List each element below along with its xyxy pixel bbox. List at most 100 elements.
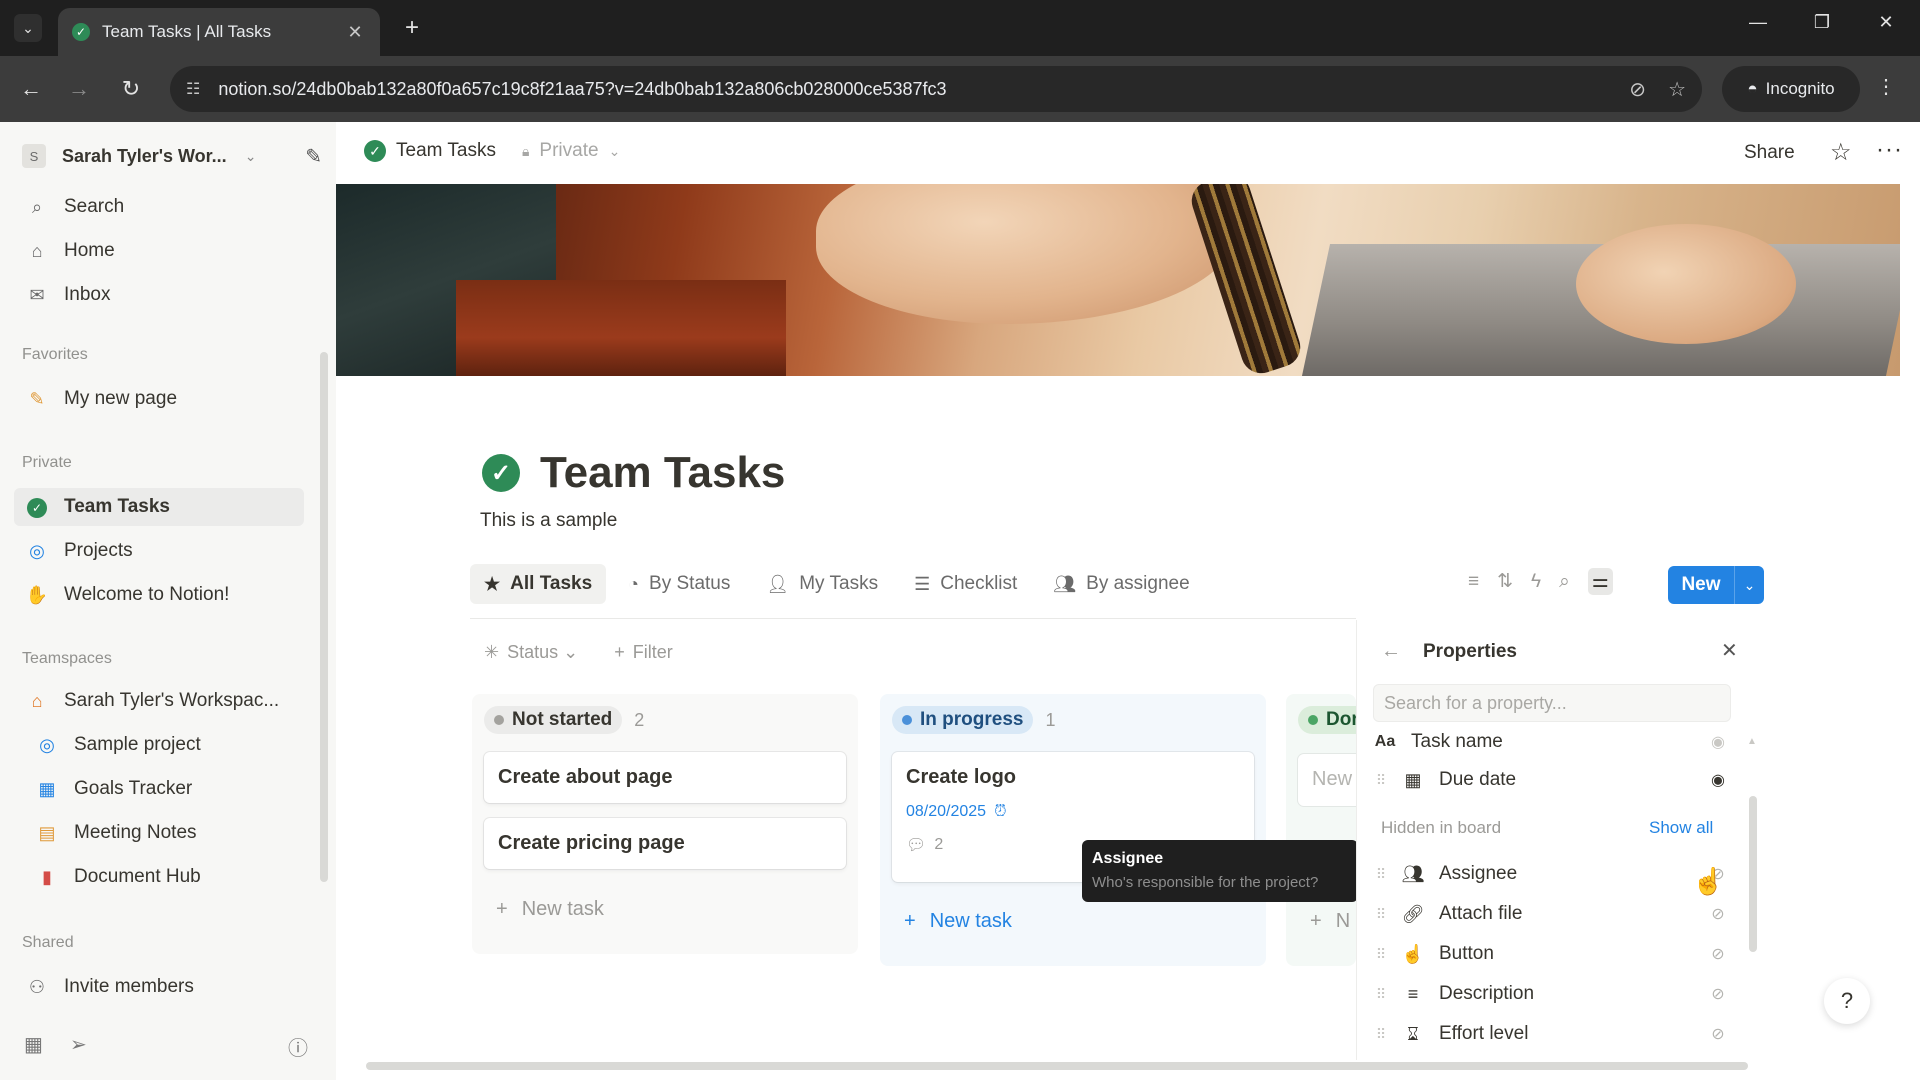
close-icon[interactable]: ✕ [1721, 638, 1738, 663]
new-item-button[interactable]: New ⌄ [1668, 566, 1764, 604]
add-filter-button[interactable]: + Filter [614, 642, 673, 663]
sort-icon[interactable]: ⇅ [1497, 570, 1513, 593]
browser-tab-active[interactable]: ✓ Team Tasks | All Tasks ✕ [58, 8, 380, 56]
address-bar[interactable]: ☷ notion.so/24db0bab132a80f0a657c19c8f21… [170, 66, 1702, 112]
calendar-app-icon[interactable]: ▦ [24, 1032, 43, 1057]
scroll-up-arrow-icon[interactable]: ▲ [1747, 736, 1757, 747]
column-header[interactable]: Dor [1298, 706, 1356, 734]
property-row-description[interactable]: ⠿ ≡ Description ⊘ [1371, 976, 1731, 1012]
property-row-button[interactable]: ⠿ ☝ Button ⊘ [1371, 936, 1731, 972]
privacy-label[interactable]: Private [539, 140, 598, 162]
sidebar-scrollbar[interactable] [320, 352, 328, 882]
new-task-button[interactable]: + New task [496, 898, 604, 921]
teamspaces-section-label[interactable]: Teamspaces [22, 650, 112, 668]
notion-ai-help-icon[interactable]: ? [1824, 978, 1870, 1024]
browser-menu-icon[interactable]: ⋮ [1876, 74, 1896, 99]
automation-bolt-icon[interactable]: ϟ [1531, 571, 1541, 593]
back-arrow-icon[interactable]: ← [1381, 640, 1401, 663]
drag-handle-icon[interactable]: ⠿ [1371, 772, 1389, 789]
settings-sliders-icon[interactable]: ⚌ [1587, 568, 1613, 595]
eye-icon[interactable]: ◉ [1705, 770, 1731, 790]
sidebar-item-workspace[interactable]: ⌂ Sarah Tyler's Workspac... [14, 682, 304, 720]
shared-section-label[interactable]: Shared [22, 934, 74, 952]
task-card[interactable]: Create about page [484, 752, 846, 803]
favorite-star-icon[interactable]: ☆ [1830, 138, 1852, 167]
sidebar-item-my-new-page[interactable]: ✎ My new page [14, 380, 304, 418]
task-card[interactable]: Create pricing page [484, 818, 846, 869]
eye-icon[interactable]: ◉ [1705, 732, 1731, 752]
property-row-attach-file[interactable]: ⠿ 🔗︎ Attach file ⊘ [1371, 896, 1731, 932]
eye-slash-icon[interactable]: ⊘ [1705, 984, 1731, 1004]
tab-by-assignee[interactable]: 👥︎ By assignee [1039, 564, 1203, 604]
close-tab-icon[interactable]: ✕ [344, 22, 366, 43]
workspace-switcher[interactable]: S Sarah Tyler's Wor... ⌄ ✎ [22, 138, 322, 174]
tab-search-button[interactable]: ⌄ [14, 14, 42, 42]
forward-arrow-icon[interactable]: → [64, 74, 94, 104]
page-title[interactable]: Team Tasks [540, 448, 785, 498]
help-icon[interactable]: ⓘ [288, 1032, 308, 1061]
property-search-input[interactable]: Search for a property... [1373, 684, 1731, 722]
eye-slash-icon[interactable]: ⊘ [1629, 77, 1646, 102]
sidebar-item-inbox[interactable]: ✉ Inbox [14, 276, 304, 314]
eye-slash-icon[interactable]: ⊘ [1705, 944, 1731, 964]
sidebar-item-meeting-notes[interactable]: ▤ Meeting Notes [24, 814, 304, 852]
favorites-section-label[interactable]: Favorites [22, 346, 88, 364]
url-text[interactable]: notion.so/24db0bab132a80f0a657c19c8f21aa… [218, 79, 1607, 100]
restore-window-button[interactable]: ❐ [1802, 12, 1842, 33]
column-header[interactable]: Not started 2 [484, 706, 644, 734]
sidebar-item-invite-members[interactable]: ⚇ Invite members [14, 968, 304, 1006]
sidebar-item-team-tasks[interactable]: ✓ Team Tasks [14, 488, 304, 526]
more-options-icon[interactable]: ··· [1876, 136, 1903, 164]
eye-slash-icon[interactable]: ⊘ [1705, 904, 1731, 924]
new-task-button[interactable]: + N [1310, 910, 1350, 933]
tab-checklist[interactable]: ☰ Checklist [900, 564, 1031, 604]
status-filter-chip[interactable]: ✳ Status ⌄ [484, 642, 578, 663]
search-icon[interactable]: ⌕ [1559, 571, 1570, 593]
drag-handle-icon[interactable]: ⠿ [1371, 946, 1389, 963]
drag-handle-icon[interactable]: ⠿ [1371, 866, 1389, 883]
property-row-assignee[interactable]: ⠿ 👥︎ Assignee ⊘ [1371, 856, 1731, 892]
page-description[interactable]: This is a sample [480, 510, 617, 532]
breadcrumb-title[interactable]: Team Tasks [396, 140, 496, 162]
sidebar-item-projects[interactable]: ◎ Projects [14, 532, 304, 570]
eye-slash-icon[interactable]: ⊘ [1705, 1024, 1731, 1044]
back-arrow-icon[interactable]: ← [16, 74, 46, 104]
reload-icon[interactable]: ↻ [116, 74, 146, 104]
drag-handle-icon[interactable]: ⠿ [1371, 1026, 1389, 1043]
sidebar-item-search[interactable]: ⌕ Search [14, 188, 304, 226]
task-card[interactable]: New [1298, 754, 1356, 806]
bookmark-star-icon[interactable]: ☆ [1668, 77, 1686, 102]
property-row-task-name[interactable]: Aa Task name ◉ [1371, 724, 1731, 760]
sidebar-item-sample-project[interactable]: ◎ Sample project [24, 726, 304, 764]
sidebar-item-welcome[interactable]: ✋ Welcome to Notion! [14, 576, 304, 614]
site-info-icon[interactable]: ☷ [186, 79, 200, 99]
new-tab-button[interactable]: + [398, 14, 426, 42]
filter-icon[interactable]: ≡ [1468, 571, 1479, 593]
drag-handle-icon[interactable]: ⠿ [1371, 906, 1389, 923]
chevron-down-icon[interactable]: ⌄ [1734, 566, 1764, 604]
tab-all-tasks[interactable]: ★ All Tasks [470, 564, 607, 604]
properties-scrollbar[interactable] [1749, 796, 1757, 952]
send-icon[interactable]: ➢ [70, 1032, 87, 1057]
page-check-icon[interactable]: ✓ [482, 454, 520, 492]
sidebar-item-home[interactable]: ⌂ Home [14, 232, 304, 270]
board-horizontal-scrollbar[interactable] [366, 1062, 1748, 1070]
breadcrumb[interactable]: ✓ Team Tasks 🔒︎ Private ⌄ [364, 140, 620, 162]
new-button-label[interactable]: New [1668, 574, 1734, 596]
private-section-label[interactable]: Private [22, 454, 72, 472]
show-all-button[interactable]: Show all [1649, 818, 1713, 838]
tab-by-status[interactable]: ◔ By Status [614, 564, 744, 604]
property-row-due-date[interactable]: ⠿ ▦ Due date ◉ [1371, 762, 1731, 798]
new-task-button[interactable]: + New task [904, 910, 1012, 933]
close-window-button[interactable]: ✕ [1866, 12, 1906, 33]
column-header[interactable]: In progress 1 [892, 706, 1056, 734]
new-page-edit-icon[interactable]: ✎ [305, 144, 322, 169]
sidebar-item-goals-tracker[interactable]: ▦ Goals Tracker [24, 770, 304, 808]
sidebar-item-document-hub[interactable]: ▮ Document Hub [24, 858, 304, 896]
share-button[interactable]: Share [1744, 142, 1795, 164]
minimize-window-button[interactable]: — [1738, 12, 1778, 33]
tab-my-tasks[interactable]: 👤︎ My Tasks [752, 564, 892, 604]
drag-handle-icon[interactable]: ⠿ [1371, 986, 1389, 1003]
property-row-effort-level[interactable]: ⠿ ⌛︎ Effort level ⊘ [1371, 1016, 1731, 1052]
incognito-badge[interactable]: ◓ Incognito [1722, 66, 1860, 112]
